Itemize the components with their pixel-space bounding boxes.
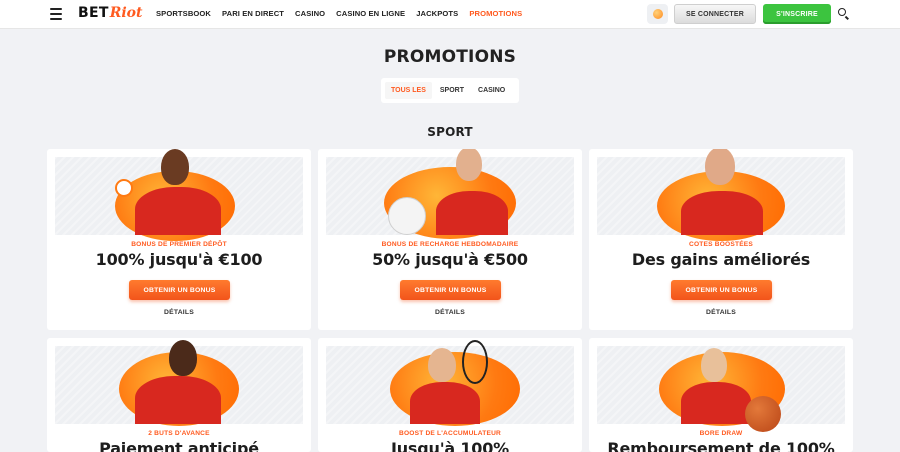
promo-subtitle: COTES BOOSTÉES xyxy=(689,241,753,248)
theme-toggle-button[interactable] xyxy=(647,4,668,24)
promo-banner-image xyxy=(55,340,303,426)
promo-headline: Des gains améliorés xyxy=(631,250,811,269)
promo-banner-image xyxy=(326,149,574,239)
promo-headline: 100% jusqu'à €100 xyxy=(95,250,263,269)
moon-icon xyxy=(652,9,663,19)
promo-subtitle: BORE DRAW xyxy=(699,430,743,437)
promo-card: 2 BUTS D'AVANCE Paiement anticipé xyxy=(47,338,311,452)
section-title-sport: SPORT xyxy=(427,125,473,139)
details-link[interactable]: DÉTAILS xyxy=(47,309,311,316)
details-link[interactable]: DÉTAILS xyxy=(318,309,582,316)
login-button[interactable]: SE CONNECTER xyxy=(674,4,756,24)
promo-card: BONUS DE RECHARGE HEBDOMADAIRE 50% jusqu… xyxy=(318,149,582,330)
menu-icon[interactable] xyxy=(50,8,62,20)
nav-promotions[interactable]: PROMOTIONS xyxy=(469,9,522,18)
promo-card: BOOST DE L'ACCUMULATEUR Jusqu'à 100% xyxy=(318,338,582,452)
top-header: BET Riot SPORTSBOOK PARI EN DIRECT CASIN… xyxy=(0,0,900,29)
search-icon[interactable] xyxy=(838,8,850,20)
promo-headline: 50% jusqu'à €500 xyxy=(372,250,528,269)
promo-headline: Remboursement de 100% xyxy=(607,439,835,452)
filter-tab-casino[interactable]: CASINO xyxy=(472,82,511,99)
promo-headline: Jusqu'à 100% xyxy=(390,439,509,452)
promo-filter-tabs: TOUS LES SPORT CASINO xyxy=(381,78,519,103)
logo-riot-text: Riot xyxy=(109,5,143,21)
promo-banner-image xyxy=(55,149,303,241)
details-link[interactable]: DÉTAILS xyxy=(589,309,853,316)
promo-subtitle: 2 BUTS D'AVANCE xyxy=(148,430,210,437)
promo-subtitle: BONUS DE RECHARGE HEBDOMADAIRE xyxy=(381,241,519,248)
nav-sportsbook[interactable]: SPORTSBOOK xyxy=(156,9,211,18)
logo-bet-text: BET xyxy=(78,5,109,21)
get-bonus-button[interactable]: OBTENIR UN BONUS xyxy=(129,280,230,300)
betriot-logo[interactable]: BET Riot xyxy=(78,5,142,21)
nav-casino[interactable]: CASINO xyxy=(295,9,325,18)
signup-button[interactable]: S'INSCRIRE xyxy=(763,4,831,24)
filter-tab-sport[interactable]: SPORT xyxy=(434,82,470,99)
promo-card: BONUS DE PREMIER DÉPÔT 100% jusqu'à €100… xyxy=(47,149,311,330)
promo-subtitle: BOOST DE L'ACCUMULATEUR xyxy=(398,430,501,437)
promo-card: BORE DRAW Remboursement de 100% xyxy=(589,338,853,452)
nav-jackpots[interactable]: JACKPOTS xyxy=(416,9,458,18)
promo-banner-image xyxy=(597,346,845,432)
filter-tab-all[interactable]: TOUS LES xyxy=(385,82,432,99)
promo-headline: Paiement anticipé xyxy=(99,439,259,452)
get-bonus-button[interactable]: OBTENIR UN BONUS xyxy=(671,280,772,300)
promo-banner-image xyxy=(326,340,574,426)
nav-casino-en-ligne[interactable]: CASINO EN LIGNE xyxy=(336,9,405,18)
promo-banner-image xyxy=(597,149,845,241)
page-title: PROMOTIONS xyxy=(383,47,517,67)
promo-card: COTES BOOSTÉES Des gains améliorés OBTEN… xyxy=(589,149,853,330)
main-nav: SPORTSBOOK PARI EN DIRECT CASINO CASINO … xyxy=(156,9,522,18)
promo-subtitle: BONUS DE PREMIER DÉPÔT xyxy=(131,241,227,248)
get-bonus-button[interactable]: OBTENIR UN BONUS xyxy=(400,280,501,300)
nav-pari-en-direct[interactable]: PARI EN DIRECT xyxy=(222,9,284,18)
